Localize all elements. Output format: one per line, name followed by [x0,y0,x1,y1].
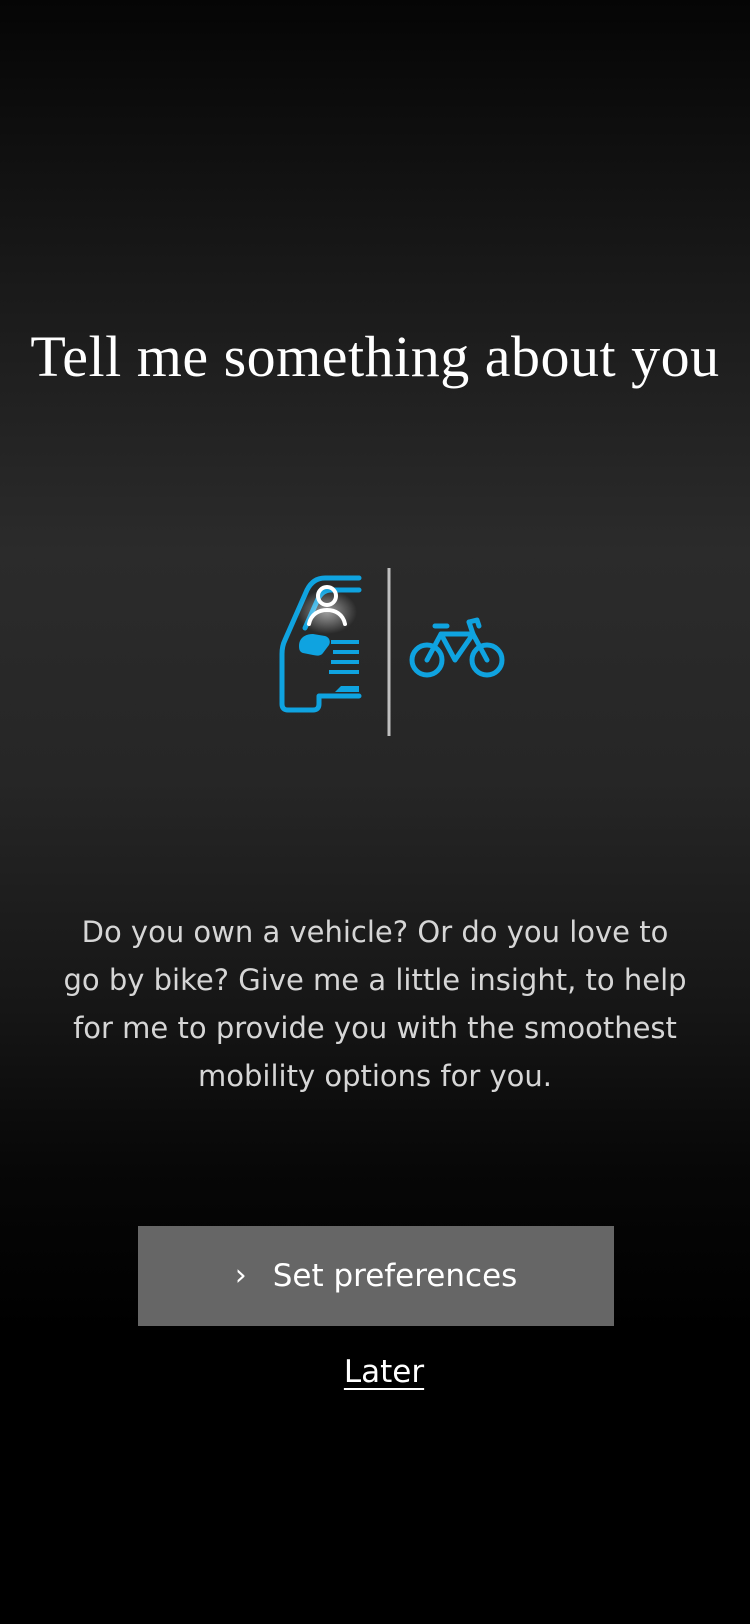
later-link[interactable]: Later [0,1354,750,1390]
page-title: Tell me something about you [30,324,720,389]
mobility-illustration [265,560,515,740]
set-preferences-label: Set preferences [272,1258,518,1294]
bicycle-icon [409,617,505,678]
chevron-right-icon: › [234,1257,247,1293]
car-with-driver-icon [279,575,362,713]
description-text: Do you own a vehicle? Or do you love to … [63,915,687,1093]
later-link-label: Later [343,1354,425,1390]
set-preferences-button[interactable]: › Set preferences [138,1226,614,1326]
